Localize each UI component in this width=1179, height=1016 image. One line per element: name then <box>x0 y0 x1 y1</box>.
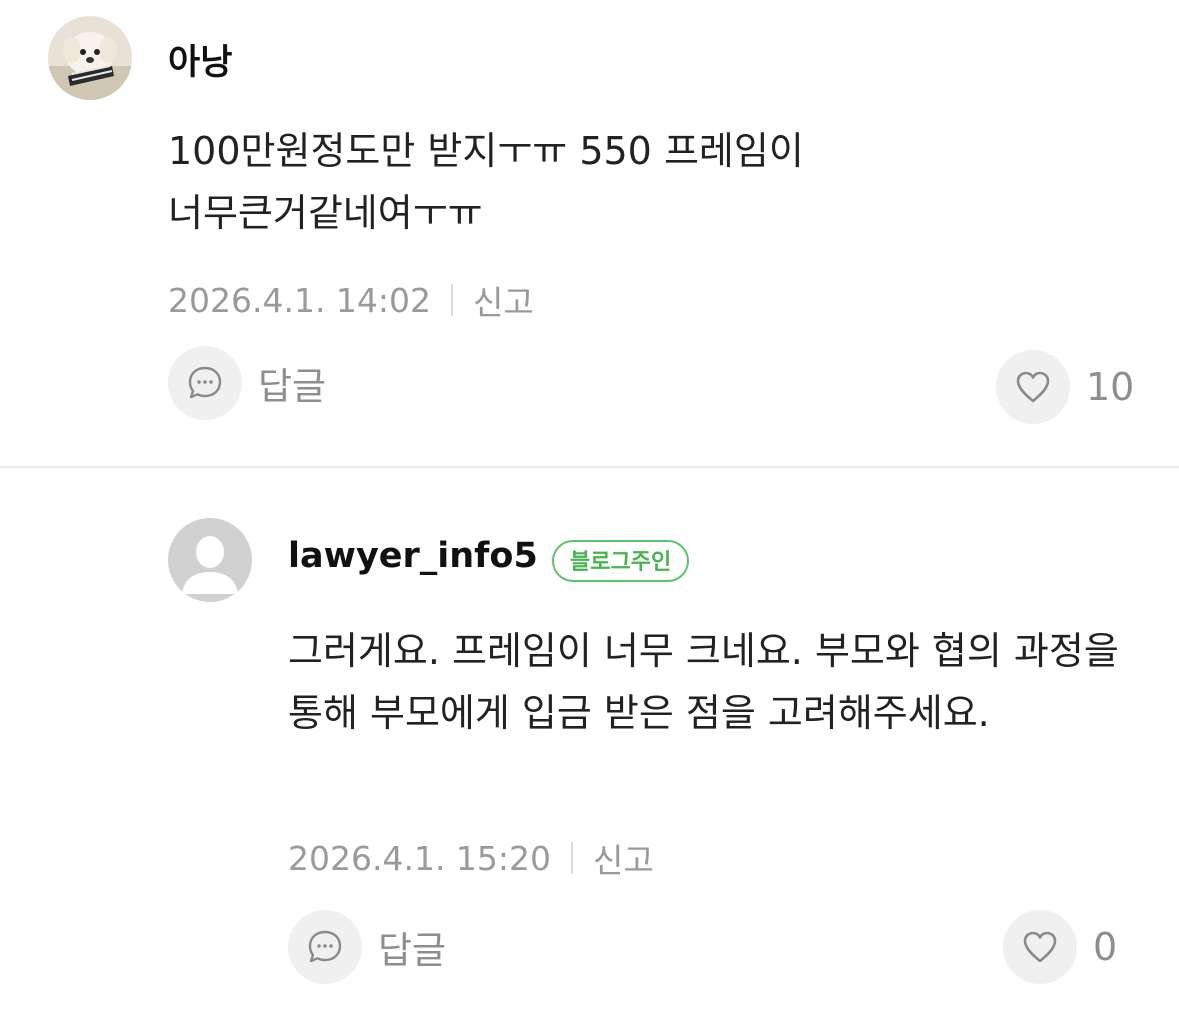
reply-button[interactable]: 답글 <box>288 910 446 984</box>
comment-text: 그러게요. 프레임이 너무 크네요. 부모와 협의 과정을 통해 부모에게 입금… <box>288 629 1119 735</box>
reply-icon-circle <box>288 910 362 984</box>
meta-divider <box>571 842 574 874</box>
like-button[interactable]: 10 <box>996 350 1134 424</box>
timestamp: 2026.4.1. 14:02 <box>168 280 432 320</box>
speech-bubble-icon <box>308 930 342 963</box>
reply-label: 답글 <box>378 929 447 972</box>
puppy-photo-avatar-icon <box>48 16 132 100</box>
author-name[interactable]: 아낭 <box>168 34 232 85</box>
reply-comment-item: lawyer_info5 블로그주인 그러게요. 프레임이 너무 크네요. 부모… <box>0 468 1179 1016</box>
default-user-avatar-icon <box>168 518 252 602</box>
timestamp: 2026.4.1. 15:20 <box>288 838 552 878</box>
like-icon-circle <box>1003 910 1077 984</box>
reply-icon-circle <box>168 346 242 420</box>
reply-button[interactable]: 답글 <box>168 346 326 420</box>
comment-item: 아낭 100만원정도만 받지ㅜㅠ 550 프레임이 너무큰거같네여ㅜㅠ 2026… <box>0 0 1179 466</box>
report-link[interactable]: 신고 <box>593 834 654 882</box>
blog-owner-badge: 블로그주인 <box>552 540 690 582</box>
avatar[interactable] <box>168 518 252 602</box>
comment-text: 100만원정도만 받지ㅜㅠ 550 프레임이 너무큰거같네여ㅜㅠ <box>168 129 804 235</box>
speech-bubble-icon <box>188 366 222 399</box>
heart-icon <box>1023 931 1057 963</box>
avatar[interactable] <box>48 16 132 100</box>
author-name[interactable]: lawyer_info5 <box>288 536 538 576</box>
meta-divider <box>451 284 454 316</box>
heart-icon <box>1016 371 1050 403</box>
like-button[interactable]: 0 <box>1003 910 1117 984</box>
comment-meta: 2026.4.1. 14:02 신고 <box>168 276 534 324</box>
like-count: 10 <box>1086 365 1135 409</box>
like-icon-circle <box>996 350 1070 424</box>
comment-meta: 2026.4.1. 15:20 신고 <box>288 834 654 882</box>
like-count: 0 <box>1093 925 1118 969</box>
report-link[interactable]: 신고 <box>473 276 534 324</box>
reply-label: 답글 <box>258 365 327 408</box>
